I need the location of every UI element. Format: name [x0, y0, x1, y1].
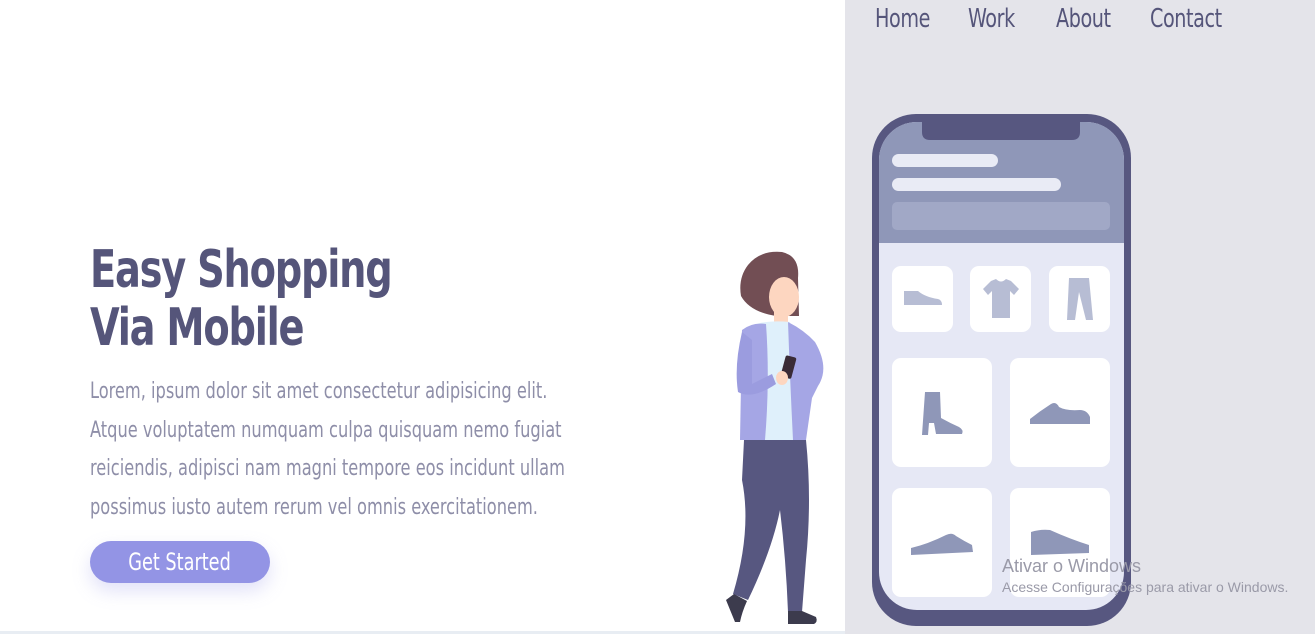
shopping-illustration	[726, 114, 1131, 626]
phone-illustration	[872, 114, 1131, 626]
watermark-subtitle: Acesse Configurações para ativar o Windo…	[1002, 579, 1289, 595]
woman-figure-illustration	[726, 251, 824, 624]
windows-activation-watermark: Ativar o Windows Acesse Configurações pa…	[1002, 555, 1288, 597]
watermark-title: Ativar o Windows	[1002, 556, 1142, 576]
